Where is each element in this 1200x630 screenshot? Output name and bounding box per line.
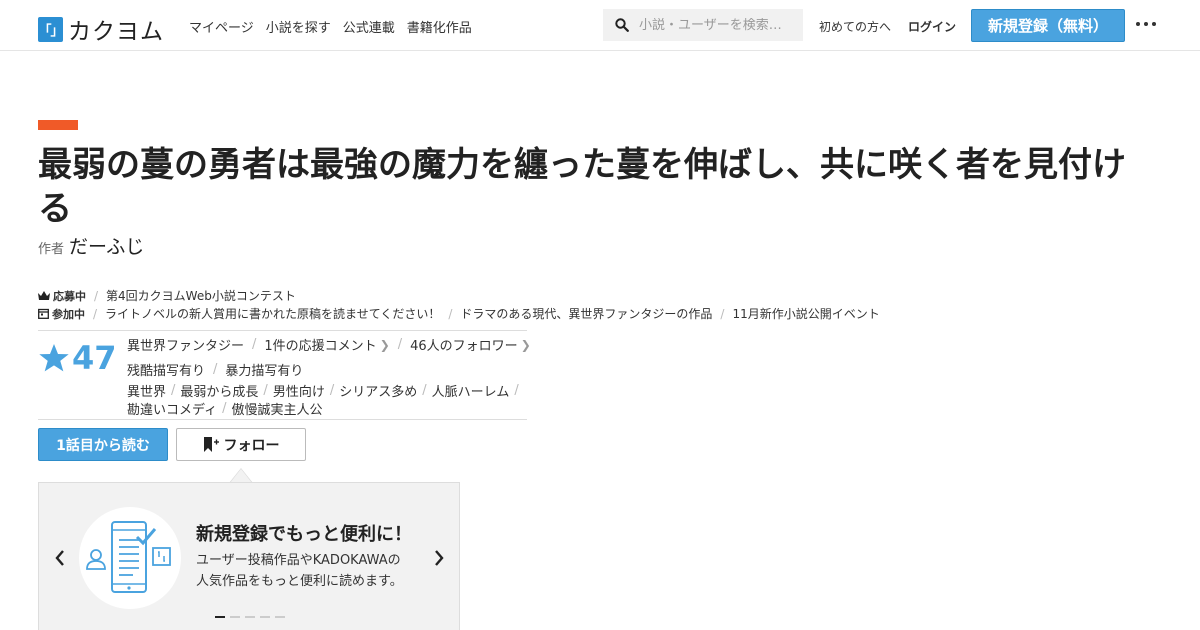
tag-link[interactable]: 傲慢誠実主人公	[231, 399, 322, 418]
contest-tag: 応募中	[38, 288, 86, 304]
logo-mark: 「」	[38, 16, 64, 42]
carousel-dot[interactable]	[275, 616, 285, 618]
search-icon[interactable]	[615, 18, 629, 32]
first-time-link[interactable]: 初めての方へ	[819, 18, 891, 35]
event-link[interactable]: ライトノベルの新人賞用に書かれた原稿を読ませてください！	[105, 305, 440, 322]
nav-item-mypage[interactable]: マイページ	[189, 17, 254, 36]
promo-description: ユーザー投稿作品やKADOKAWAの 人気作品をもっと便利に読めます。	[196, 550, 431, 592]
carousel-dot[interactable]	[260, 616, 270, 618]
tag-link[interactable]: 男性向け	[273, 381, 325, 400]
followers-link[interactable]: 46人のフォロワー	[410, 335, 518, 354]
nav-item-search-novels[interactable]: 小説を探す	[266, 17, 331, 36]
author-line: 作者 だーふじ	[38, 232, 144, 259]
title-accent-bar	[38, 120, 78, 130]
warning-tag: 暴力描写有り	[225, 364, 304, 379]
device-illustration	[79, 507, 181, 609]
tags-line-2: 勘違いコメディ / 傲慢誠実主人公	[127, 399, 323, 418]
work-title[interactable]: 最弱の蔓の勇者は最強の魔力を纏った蔓を伸ばし、共に咲く者を見付ける	[38, 143, 1158, 231]
participation-row: 参加中 / ライトノベルの新人賞用に書かれた原稿を読ませてください！ / ドラマ…	[38, 305, 880, 322]
bookmark-plus-icon	[203, 437, 219, 452]
follow-button[interactable]: フォロー	[176, 428, 306, 461]
star-icon	[39, 344, 69, 372]
carousel-indicators	[215, 616, 285, 618]
calendar-icon	[38, 308, 49, 319]
promo-desc-line: ユーザー投稿作品やKADOKAWAの	[196, 553, 401, 568]
contest-link[interactable]: 第4回カクヨムWeb小説コンテスト	[106, 287, 296, 304]
carousel-dot[interactable]	[215, 616, 225, 618]
genre-line: 異世界ファンタジー / 1件の応援コメント ❯ / 46人のフォロワー ❯	[127, 335, 531, 354]
nav-item-official[interactable]: 公式連載	[343, 17, 395, 36]
carousel-dot[interactable]	[230, 616, 240, 618]
chevron-right-icon[interactable]	[432, 549, 446, 567]
chevron-right-icon: ❯	[520, 337, 531, 352]
event-link[interactable]: ドラマのある現代、異世界ファンタジーの作品	[460, 305, 712, 322]
promo-pointer	[229, 468, 253, 483]
comments-link[interactable]: 1件の応援コメント	[264, 335, 376, 354]
search-box	[603, 9, 803, 41]
read-first-episode-button[interactable]: 1話目から読む	[38, 428, 168, 461]
promo-title: 新規登録でもっと便利に！	[196, 524, 412, 545]
nav-item-books[interactable]: 書籍化作品	[407, 17, 472, 36]
site-header: 「」 カクヨム マイページ 小説を探す 公式連載 書籍化作品 初めての方へ ログ…	[0, 0, 1200, 51]
tags-line: 異世界 / 最弱から成長 / 男性向け / シリアス多め / 人脈ハーレム /	[127, 381, 519, 400]
search-input[interactable]	[639, 17, 799, 33]
participation-label: 参加中	[52, 307, 85, 321]
follow-button-label: フォロー	[223, 437, 280, 454]
tag-link[interactable]: 人脈ハーレム	[432, 381, 510, 400]
chevron-right-icon: ❯	[379, 337, 390, 352]
tag-link[interactable]: シリアス多め	[339, 381, 417, 400]
smartphone-icon	[86, 521, 171, 593]
star-rating: 47	[38, 339, 117, 377]
tag-link[interactable]: 異世界	[127, 381, 166, 400]
crown-icon	[38, 290, 50, 300]
event-link[interactable]: 11月新作小説公開イベント	[732, 305, 879, 322]
participation-tag: 参加中	[38, 306, 85, 322]
author-label: 作者	[38, 242, 65, 257]
signup-promo-carousel: 新規登録でもっと便利に！ ユーザー投稿作品やKADOKAWAの 人気作品をもっと…	[38, 482, 460, 630]
tag-link[interactable]: 勘違いコメディ	[127, 399, 217, 418]
author-name[interactable]: だーふじ	[69, 232, 144, 259]
more-icon[interactable]	[1136, 22, 1156, 26]
site-logo[interactable]: 「」 カクヨム	[38, 12, 164, 46]
main-nav: マイページ 小説を探す 公式連載 書籍化作品	[189, 17, 472, 36]
warning-tag: 残酷描写有り	[127, 364, 206, 379]
carousel-dot[interactable]	[245, 616, 255, 618]
warnings-line: 残酷描写有り / 暴力描写有り	[127, 362, 304, 379]
login-link[interactable]: ログイン	[908, 18, 956, 35]
contest-row: 応募中 / 第4回カクヨムWeb小説コンテスト	[38, 287, 296, 304]
signup-button[interactable]: 新規登録（無料）	[971, 9, 1125, 42]
logo-text: カクヨム	[68, 19, 164, 45]
tag-link[interactable]: 最弱から成長	[180, 381, 258, 400]
star-count: 47	[72, 339, 117, 377]
work-stats: 47 異世界ファンタジー / 1件の応援コメント ❯ / 46人のフォロワー ❯ 残…	[38, 330, 531, 420]
contest-label: 応募中	[53, 289, 86, 303]
chevron-left-icon[interactable]	[53, 549, 67, 567]
genre-link[interactable]: 異世界ファンタジー	[127, 335, 244, 354]
promo-desc-line: 人気作品をもっと便利に読めます。	[196, 574, 403, 589]
